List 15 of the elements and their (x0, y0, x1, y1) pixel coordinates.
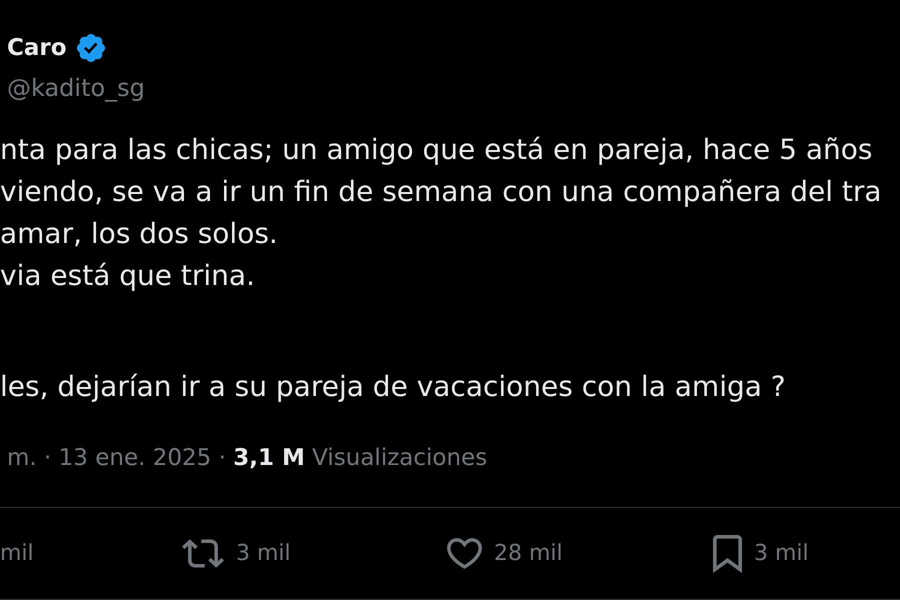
tweet-text-line: nta para las chicas; un amigo que está en pareja, hace 5 años (0, 132, 872, 168)
tweet-meta: m. · 13 ene. 2025 · 3,1 M Visualizaciones (7, 444, 488, 472)
author-name[interactable]: Caro (7, 34, 67, 62)
bookmark-button[interactable]: 3 mil (713, 534, 809, 572)
tweet-text-line: via está que trina. (0, 258, 255, 294)
heart-icon (447, 538, 482, 569)
repost-button[interactable]: 3 mil (182, 539, 291, 568)
bookmark-icon (713, 534, 742, 572)
loop-arrows-icon (182, 539, 224, 568)
like-button[interactable]: 28 mil (447, 538, 563, 569)
tweet-text-line: viendo, se va a ir un fin de semana con una compañera del tra (0, 174, 882, 210)
author-handle[interactable]: @kadito_sg (7, 74, 145, 102)
count-button[interactable]: mil (0, 540, 34, 568)
tweet-text-line: les, dejarían ir a su pareja de vacaciones con la amiga ? (0, 369, 786, 405)
tweet-text-line: amar, los dos solos. (0, 216, 278, 252)
